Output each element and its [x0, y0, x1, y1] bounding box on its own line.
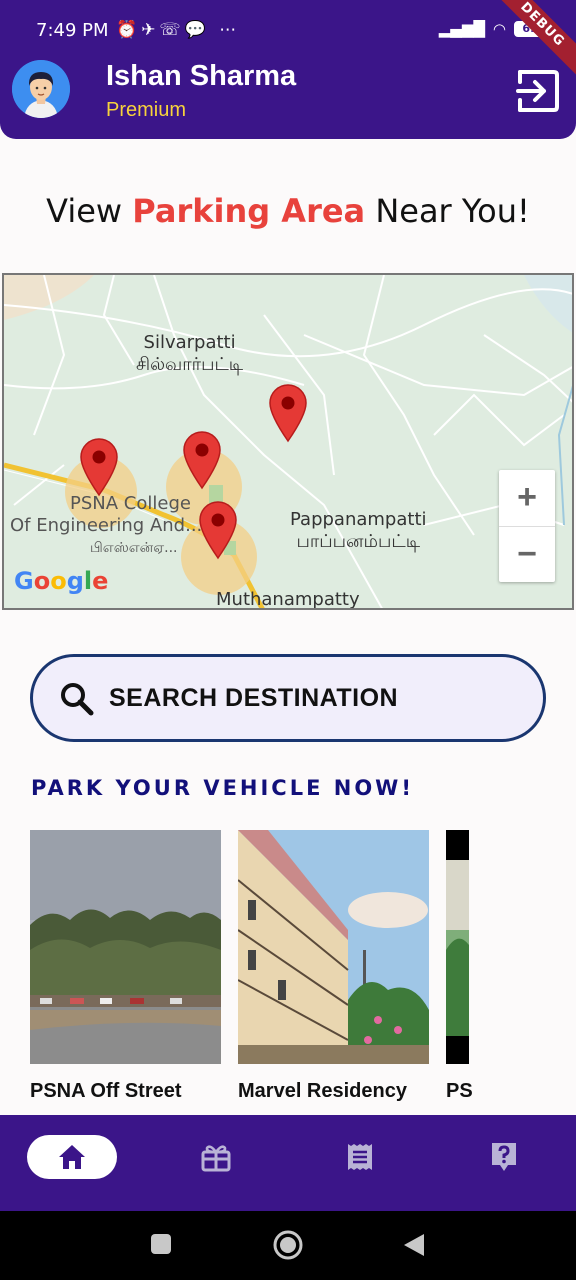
parking-list[interactable]: PSNA Off Street Marvel Residency PS — [30, 830, 576, 1115]
headline-prefix: View — [46, 192, 123, 230]
user-tier: Premium — [106, 99, 187, 121]
home-icon — [59, 1145, 85, 1169]
parking-image — [446, 830, 469, 1064]
status-bar: 7:49 PM ⏰✈☏💬 ⋯ ▂▄▆█ ◠ 69 — [36, 18, 546, 46]
home-button-icon[interactable] — [272, 1229, 304, 1261]
parking-card[interactable]: PSNA Off Street — [30, 830, 221, 1103]
back-icon[interactable] — [402, 1233, 426, 1257]
map-label-silvarpatti: Silvarpatti சில்வார்பட்டி — [136, 332, 244, 375]
parking-marker[interactable] — [196, 500, 240, 560]
parking-title: PS — [446, 1080, 473, 1102]
zoom-in-button[interactable]: + — [499, 470, 555, 526]
user-name: Ishan Sharma — [106, 60, 297, 92]
app-header: 7:49 PM ⏰✈☏💬 ⋯ ▂▄▆█ ◠ 69 DEBUG Ishan Sha… — [0, 0, 576, 139]
parking-map[interactable]: Silvarpatti சில்வார்பட்டி PSNA College O… — [2, 273, 574, 610]
receipt-icon — [348, 1144, 372, 1170]
wifi-icon: ◠ — [492, 20, 506, 38]
nav-home[interactable] — [27, 1135, 117, 1179]
system-navigation-bar — [0, 1211, 576, 1280]
parking-marker[interactable] — [180, 430, 224, 490]
parking-marker[interactable] — [77, 437, 121, 497]
logout-icon[interactable] — [514, 68, 560, 114]
map-label-muthanampatty: Muthanampatty — [216, 589, 360, 610]
nav-bookings[interactable] — [315, 1135, 405, 1179]
headline-highlight: Parking Area — [132, 192, 366, 230]
parking-title: Marvel Residency — [238, 1080, 407, 1102]
section-title: PARK YOUR VEHICLE NOW! — [31, 776, 414, 800]
signal-icon: ▂▄▆█ — [438, 20, 485, 38]
parking-image — [30, 830, 221, 1064]
search-destination-button[interactable]: SEARCH DESTINATION — [30, 654, 546, 742]
map-zoom-controls: + − — [499, 470, 555, 582]
search-label: SEARCH DESTINATION — [109, 684, 399, 712]
parking-card[interactable]: PS — [446, 830, 576, 1103]
bottom-navigation — [0, 1115, 576, 1211]
search-icon — [61, 683, 94, 716]
nav-help[interactable] — [459, 1135, 549, 1179]
nav-offers[interactable] — [171, 1135, 261, 1179]
status-time: 7:49 PM — [36, 20, 109, 41]
avatar[interactable] — [12, 60, 70, 118]
gift-icon — [201, 1145, 231, 1172]
zoom-out-button[interactable]: − — [499, 526, 555, 582]
recents-icon[interactable] — [150, 1233, 172, 1255]
help-icon — [492, 1143, 516, 1171]
parking-marker[interactable] — [266, 383, 310, 443]
headline-suffix: Near You! — [375, 192, 530, 230]
map-label-psna: PSNA College Of Engineering And... பிஎஸ்… — [10, 493, 203, 556]
parking-title: PSNA Off Street — [30, 1080, 182, 1102]
page-headline: View Parking Area Near You! — [0, 192, 576, 230]
parking-card[interactable]: Marvel Residency — [238, 830, 429, 1103]
map-label-pappanampatti: Pappanampatti பாப்பனம்பட்டி — [290, 509, 427, 552]
google-logo: Google — [14, 567, 109, 595]
notification-icons: ⏰✈☏💬 ⋯ — [116, 20, 241, 40]
parking-image — [238, 830, 429, 1064]
